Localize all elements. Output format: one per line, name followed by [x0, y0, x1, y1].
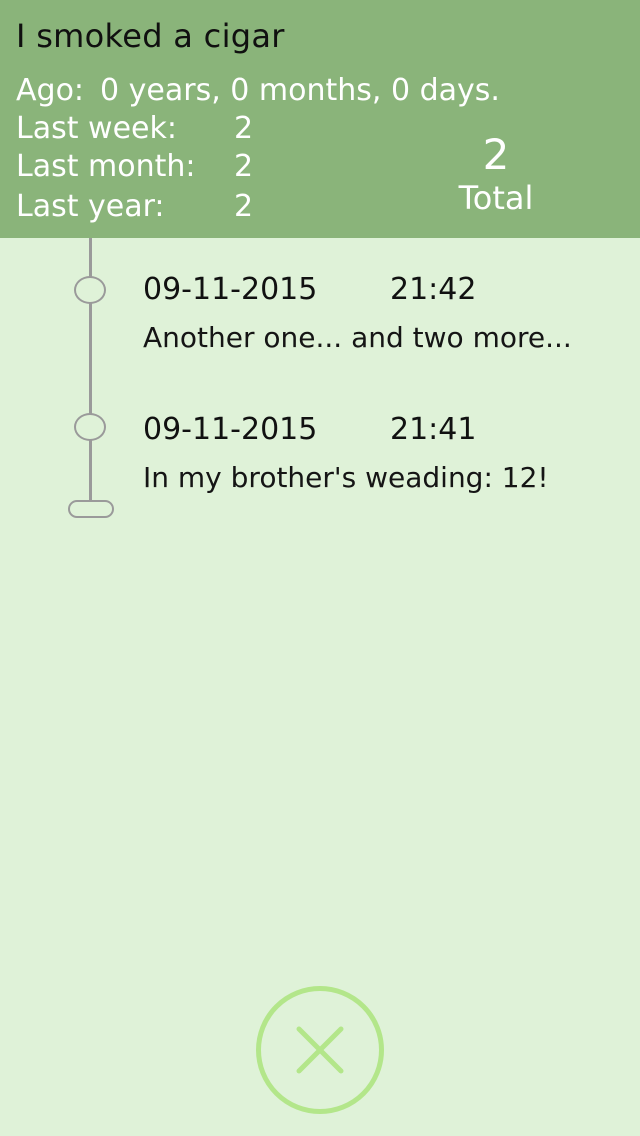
total-label: Total [458, 179, 534, 217]
page-title: I smoked a cigar [16, 17, 285, 55]
ago-label: Ago: [16, 73, 85, 108]
stat-last-month: Last month: 2 [16, 148, 253, 186]
stat-value-last-month: 2 [234, 149, 254, 184]
stat-value-last-week: 2 [234, 111, 254, 146]
entry-note: Another one... and two more... [143, 321, 572, 354]
timeline-node [74, 276, 106, 304]
timeline-end-cap [68, 500, 114, 518]
stat-label-last-year: Last year: [16, 189, 165, 224]
stat-value-last-year: 2 [234, 189, 254, 224]
entry-time: 21:41 [390, 412, 477, 447]
entry-date: 09-11-2015 [143, 412, 318, 447]
entry-time: 21:42 [390, 272, 477, 307]
stat-label-last-month: Last month: [16, 149, 196, 184]
header: I smoked a cigar Ago: 0 years, 0 months, … [0, 0, 640, 238]
ago-value: 0 years, 0 months, 0 days. [100, 73, 500, 108]
entry-date: 09-11-2015 [143, 272, 318, 307]
stat-label-last-week: Last week: [16, 111, 177, 146]
stat-last-week: Last week: 2 [16, 110, 253, 148]
close-icon [296, 1026, 344, 1074]
timeline-node [74, 413, 106, 441]
ago-row: Ago: 0 years, 0 months, 0 days. [16, 72, 500, 110]
entry-note: In my brother's weading: 12! [143, 461, 549, 494]
total-count: 2 [482, 130, 510, 179]
stat-last-year: Last year: 2 [16, 188, 253, 226]
close-button[interactable] [256, 986, 384, 1114]
